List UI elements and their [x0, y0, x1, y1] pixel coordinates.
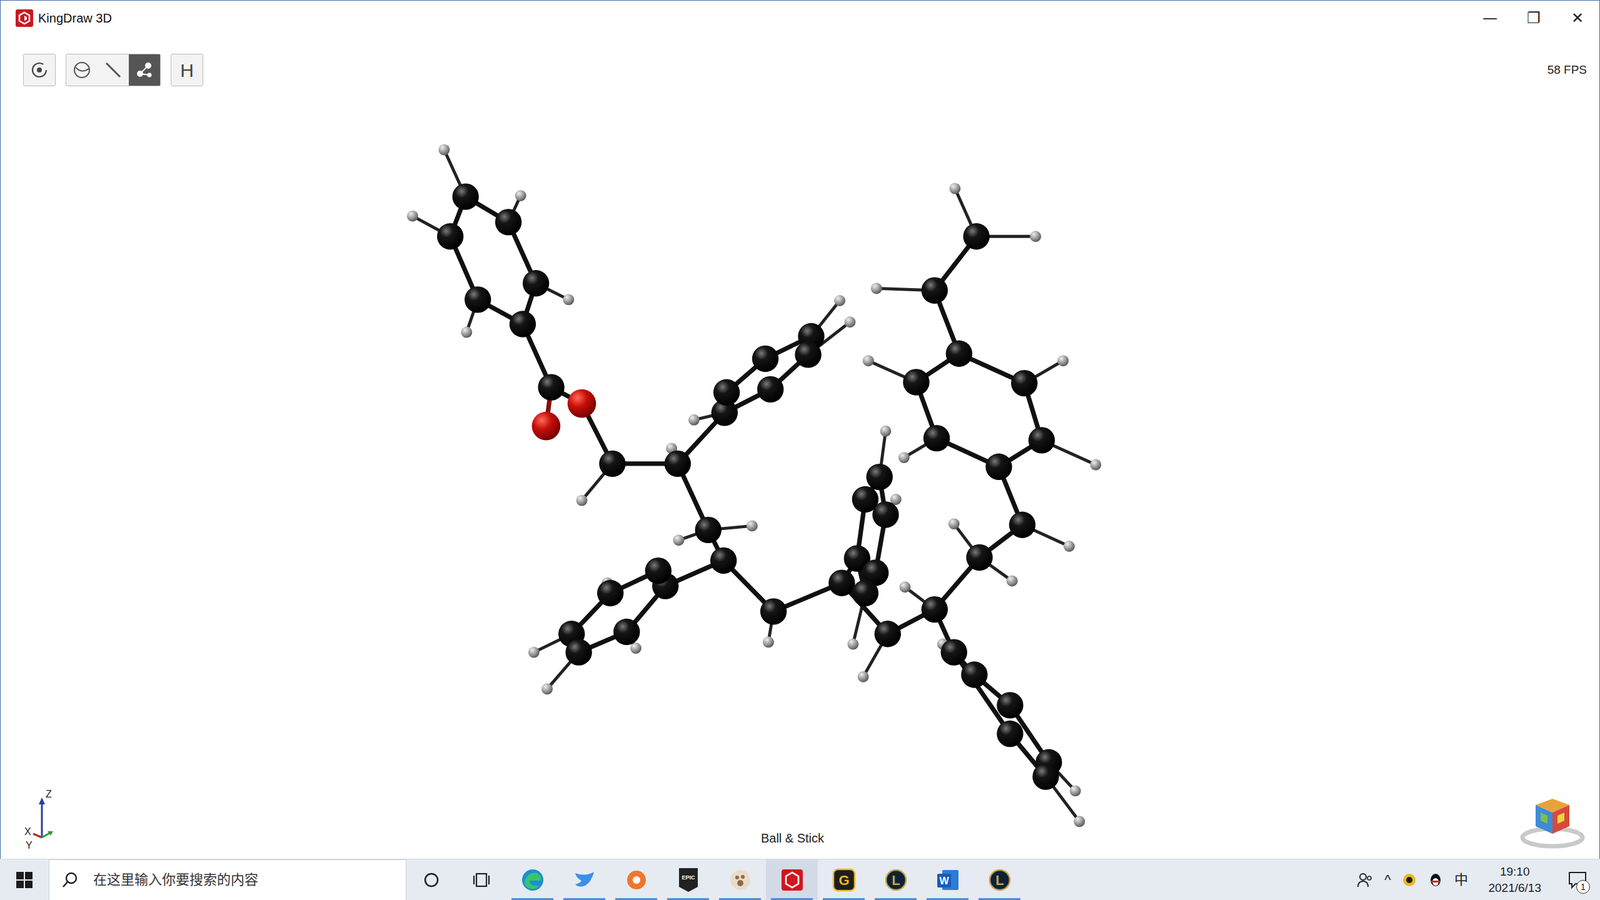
league-app-icon: L [987, 868, 1012, 893]
running-indicator [822, 898, 865, 900]
tray-app[interactable] [1428, 872, 1444, 889]
running-indicator [770, 898, 813, 900]
svg-text:W: W [939, 875, 950, 887]
rotate-icon [30, 60, 49, 80]
render-mode-group [65, 53, 161, 87]
maximize-button[interactable]: ❐ [1511, 0, 1556, 36]
axis-label: X [24, 826, 32, 838]
people-icon [1356, 872, 1374, 889]
bird-app-icon [572, 868, 597, 893]
word-icon: W [935, 868, 960, 893]
kingdraw-app-icon [780, 868, 805, 893]
svg-text:L: L [995, 872, 1004, 889]
search-field[interactable] [91, 869, 406, 891]
sphere-mode-button[interactable] [66, 54, 98, 86]
taskbar-app[interactable]: EPIC [662, 859, 715, 900]
task-view-button[interactable] [456, 859, 507, 900]
taskbar-search[interactable] [48, 859, 407, 900]
window-title: KingDraw 3D [38, 8, 112, 28]
taskbar: EPIC G L W L ^ 中 19:102021/6/13 1 [0, 859, 1600, 900]
axes-indicator-icon: Z X Y [23, 787, 67, 851]
league-app-icon: L [884, 868, 908, 893]
svg-text:EPIC: EPIC [681, 874, 696, 881]
ballstick-mode-button[interactable] [128, 54, 161, 86]
g-app-icon: G [832, 868, 856, 893]
app-window: KingDraw 3D —❐✕ H 58 FPS [0, 0, 1600, 860]
kingdraw-logo-icon [15, 9, 34, 27]
running-indicator [511, 898, 554, 900]
qq-penguin-icon [1428, 872, 1444, 889]
taskbar-app[interactable] [610, 859, 663, 900]
svg-text:L: L [891, 872, 900, 889]
rotate-group [23, 53, 56, 87]
view-cube-icon[interactable] [1518, 794, 1587, 851]
tray-overflow-button[interactable]: ^ [1384, 869, 1391, 891]
clock[interactable]: 19:102021/6/13 [1479, 864, 1550, 896]
task-view-icon [472, 872, 491, 889]
axis-label: Z [45, 789, 52, 800]
taskbar-app[interactable] [765, 859, 818, 900]
taskbar-app[interactable] [558, 859, 611, 900]
hydrogen-group: H [170, 53, 204, 87]
running-indicator [926, 898, 969, 900]
running-indicator [874, 898, 917, 900]
people-button[interactable] [1356, 872, 1374, 889]
cortana-button[interactable] [406, 859, 457, 900]
clock-time: 19:10 [1488, 864, 1542, 881]
g-tray-icon [1401, 872, 1417, 888]
hydrogen-toggle-button[interactable]: H [171, 54, 203, 86]
taskbar-app[interactable] [506, 859, 559, 900]
taskbar-app[interactable]: L [973, 859, 1026, 900]
stick-mode-button[interactable] [97, 54, 129, 86]
running-indicator [978, 898, 1021, 900]
sphere-icon [71, 60, 92, 81]
orange-app-icon [624, 868, 649, 893]
axis-label: Y [25, 840, 33, 851]
rotate-button[interactable] [23, 54, 56, 86]
running-indicator [615, 898, 658, 900]
close-button[interactable]: ✕ [1555, 0, 1600, 36]
taskbar-app[interactable]: L [869, 859, 922, 900]
stick-icon [103, 60, 124, 81]
start-button[interactable] [0, 859, 49, 900]
input-method-indicator[interactable]: 中 [1454, 869, 1469, 891]
edge-icon [520, 868, 545, 893]
molecule-model[interactable] [0, 35, 1600, 860]
clock-date: 2021/6/13 [1488, 880, 1542, 897]
title-bar: KingDraw 3D —❐✕ [0, 0, 1600, 36]
running-indicator [563, 898, 606, 900]
notification-button[interactable]: 1 [1561, 864, 1594, 897]
epic-games-icon: EPIC [676, 867, 701, 894]
taskbar-app[interactable]: W [921, 859, 974, 900]
ball-stick-icon [134, 60, 155, 81]
taskbar-app[interactable] [714, 859, 766, 900]
windows-logo-icon [16, 872, 33, 889]
running-indicator [719, 898, 761, 900]
render-mode-label: Ball & Stick [760, 829, 825, 848]
running-indicator [667, 898, 710, 900]
notification-count: 1 [1576, 880, 1590, 895]
paw-app-icon [728, 868, 753, 893]
search-icon [61, 872, 79, 889]
fps-counter: 58 FPS [1547, 53, 1587, 80]
svg-text:G: G [838, 872, 850, 889]
minimize-button[interactable]: — [1468, 0, 1512, 36]
viewer-canvas[interactable]: H 58 FPS Z X Y Ball & Stick [0, 35, 1600, 860]
cortana-icon [423, 872, 440, 889]
taskbar-app[interactable]: G [817, 859, 870, 900]
tray-app[interactable] [1401, 872, 1417, 888]
